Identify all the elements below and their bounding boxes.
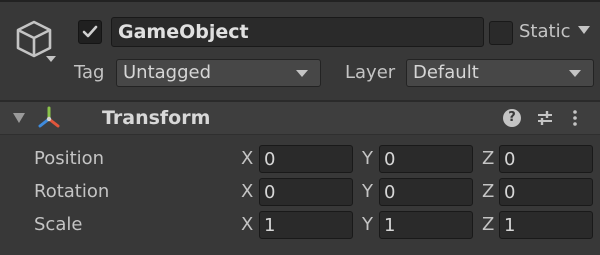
help-icon[interactable]: ?	[503, 109, 521, 127]
layer-dropdown-value: Default	[413, 62, 479, 83]
static-checkbox[interactable]	[489, 21, 513, 45]
tag-dropdown-value: Untagged	[123, 62, 212, 83]
gameobject-name-input[interactable]	[111, 17, 484, 47]
scale-x-label[interactable]: X	[241, 213, 253, 237]
position-z-field[interactable]	[499, 145, 593, 173]
rotation-z-label[interactable]: Z	[482, 180, 494, 204]
scale-y-label[interactable]: Y	[362, 213, 373, 237]
scale-z-field[interactable]	[499, 211, 593, 239]
rotation-y-field[interactable]	[379, 178, 473, 206]
rotation-x-label[interactable]: X	[241, 180, 253, 204]
position-y-label[interactable]: Y	[362, 147, 373, 171]
scale-z-label[interactable]: Z	[482, 213, 494, 237]
tag-label: Tag	[74, 62, 105, 83]
rotation-y-label[interactable]: Y	[362, 180, 373, 204]
checkmark-icon	[82, 25, 98, 38]
kebab-menu-icon[interactable]	[570, 108, 580, 128]
layer-label: Layer	[345, 62, 396, 83]
component-title[interactable]: Transform	[102, 106, 210, 130]
dropdown-caret-icon	[569, 70, 581, 77]
top-border	[0, 0, 600, 2]
tag-dropdown[interactable]: Untagged	[116, 59, 321, 87]
static-dropdown-caret-icon[interactable]	[578, 26, 590, 34]
scale-x-field[interactable]	[259, 211, 353, 239]
foldout-triangle-icon[interactable]	[13, 113, 25, 123]
active-checkbox[interactable]	[78, 20, 102, 44]
dropdown-caret-icon	[296, 70, 308, 77]
transform-axes-icon	[35, 105, 63, 131]
gameobject-cube-icon[interactable]	[12, 18, 60, 64]
scale-label[interactable]: Scale	[34, 213, 82, 237]
static-label[interactable]: Static	[519, 20, 570, 44]
scale-y-field[interactable]	[379, 211, 473, 239]
position-label[interactable]: Position	[34, 147, 104, 171]
presets-icon[interactable]	[535, 108, 555, 128]
position-y-field[interactable]	[379, 145, 473, 173]
position-x-label[interactable]: X	[241, 147, 253, 171]
position-z-label[interactable]: Z	[482, 147, 494, 171]
rotation-z-field[interactable]	[499, 178, 593, 206]
rotation-label[interactable]: Rotation	[34, 180, 109, 204]
position-x-field[interactable]	[259, 145, 353, 173]
component-divider	[0, 134, 600, 135]
rotation-x-field[interactable]	[259, 178, 353, 206]
layer-dropdown[interactable]: Default	[406, 59, 594, 87]
